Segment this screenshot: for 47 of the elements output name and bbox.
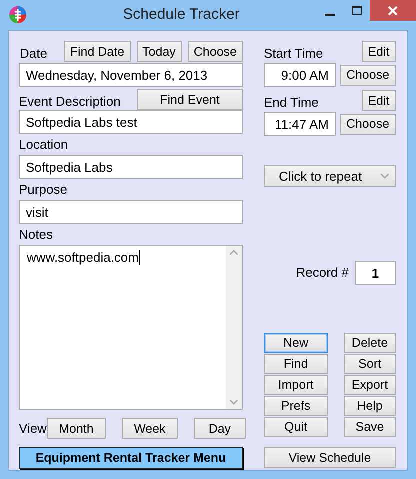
time-label: End Time	[264, 95, 319, 111]
view-button[interactable]: Day	[194, 418, 246, 439]
date-button[interactable]: Choose	[188, 41, 243, 62]
location-label: Location	[19, 137, 68, 153]
find-event-button[interactable]: Find Event	[137, 89, 243, 110]
repeat-dropdown[interactable]: Click to repeat	[264, 165, 396, 187]
purpose-field[interactable]: visit	[19, 200, 243, 224]
action-button[interactable]: Prefs	[264, 396, 328, 416]
edit-button[interactable]: Edit	[362, 41, 396, 62]
action-button[interactable]: Import	[264, 375, 328, 395]
notes-text: www.softpedia.com	[27, 250, 139, 265]
action-button[interactable]: Find	[264, 354, 328, 374]
view-button[interactable]: Week	[122, 418, 178, 439]
time-field[interactable]: 9:00 AM	[264, 63, 336, 87]
notes-field[interactable]: www.softpedia.com	[19, 245, 243, 410]
window-title: Schedule Tracker	[122, 6, 241, 23]
choose-button[interactable]: Choose	[340, 64, 396, 86]
close-button[interactable]	[370, 0, 416, 21]
action-button[interactable]: Export	[344, 375, 396, 395]
view-label: View	[19, 420, 47, 436]
purpose-label: Purpose	[19, 182, 68, 198]
edit-button[interactable]: Edit	[362, 90, 396, 111]
view-schedule-button[interactable]: View Schedule	[264, 447, 396, 468]
date-button[interactable]: Find Date	[64, 41, 131, 62]
action-button[interactable]: Help	[344, 396, 396, 416]
date-field[interactable]: Wednesday, November 6, 2013	[19, 63, 243, 87]
maximize-icon[interactable]	[352, 6, 362, 15]
view-button[interactable]: Month	[46, 418, 106, 439]
date-button[interactable]: Today	[136, 41, 182, 62]
action-button[interactable]: Delete	[344, 333, 396, 353]
event-description-field[interactable]: Softpedia Labs test	[19, 110, 243, 134]
notes-label: Notes	[19, 227, 53, 243]
time-field[interactable]: 11:47 AM	[264, 112, 336, 136]
menu-button[interactable]: Equipment Rental Tracker Menu	[19, 447, 243, 469]
time-label: Start Time	[264, 46, 324, 62]
location-field[interactable]: Softpedia Labs	[19, 155, 243, 179]
app-icon	[9, 6, 27, 24]
action-button[interactable]: New	[264, 333, 328, 353]
action-button[interactable]: Save	[344, 417, 396, 437]
record-field[interactable]: 1	[355, 261, 396, 285]
date-label: Date	[20, 46, 48, 62]
record-label: Record #	[296, 265, 349, 281]
action-button[interactable]: Quit	[264, 417, 328, 437]
event-description-label: Event Description	[19, 94, 121, 110]
close-icon[interactable]	[388, 6, 398, 16]
action-button[interactable]: Sort	[344, 354, 396, 374]
choose-button[interactable]: Choose	[340, 114, 396, 134]
